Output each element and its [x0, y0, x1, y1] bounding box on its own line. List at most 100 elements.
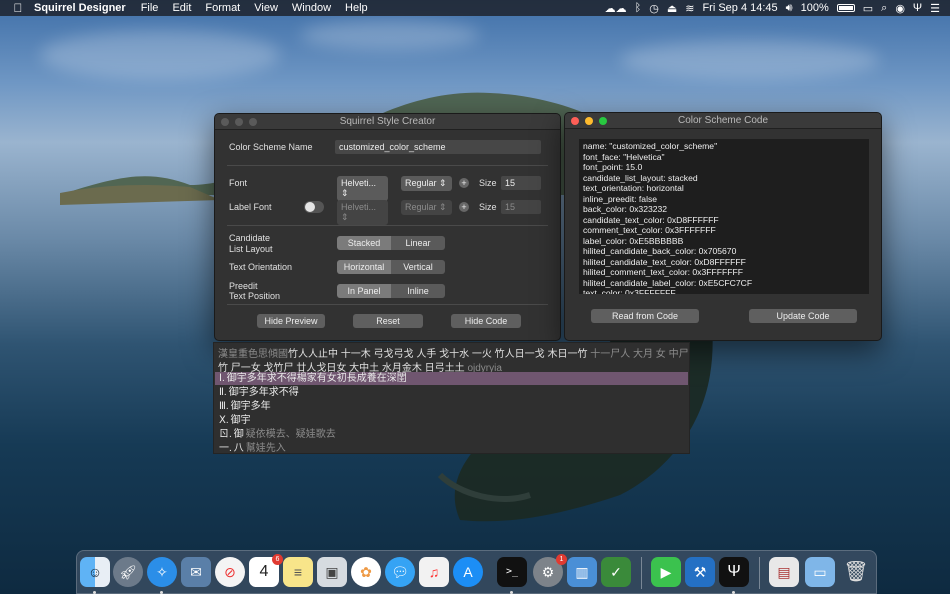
read-from-code-button[interactable]: Read from Code: [591, 309, 699, 323]
spotlight-search-icon[interactable]: ⌕: [881, 2, 887, 15]
datetime[interactable]: Fri Sep 4 14:45: [702, 2, 777, 14]
facetime-icon[interactable]: ▶: [651, 557, 681, 587]
minimize-button[interactable]: [585, 117, 593, 125]
preedit-inline-option[interactable]: Inline: [391, 284, 445, 298]
label-font-family-popup[interactable]: Helveti... ⇕: [337, 200, 388, 225]
preedit-in-panel-option[interactable]: In Panel: [337, 284, 391, 298]
text-orientation-label: Text Orientation: [229, 262, 293, 272]
candidate-preview-panel: 漢皇重色思傾國竹人人止中 十一木 弓戈弓戈 人手 戈十水 一火 竹人日一戈 木日…: [213, 342, 690, 454]
news-icon[interactable]: ⊘: [215, 557, 245, 587]
code-text-area[interactable]: name: "customized_color_scheme" font_face…: [579, 139, 869, 294]
update-code-button[interactable]: Update Code: [749, 309, 857, 323]
orientation-vertical-option[interactable]: Vertical: [391, 260, 445, 274]
minimize-button[interactable]: [235, 118, 243, 126]
candidate-row[interactable]: ㄖ. 御疑依模去、疑娃歌去: [215, 428, 688, 441]
menu-view[interactable]: View: [247, 2, 285, 14]
time-machine-icon[interactable]: ◷: [649, 2, 659, 15]
dock-separator: [641, 557, 642, 589]
menu-format[interactable]: Format: [198, 2, 247, 14]
candidate-row[interactable]: Ⅱ. 御宇多年求不得: [215, 386, 688, 399]
xcode-icon[interactable]: ⚒: [685, 557, 715, 587]
sysprefs-badge: 1: [556, 554, 567, 565]
calendar-icon[interactable]: 46: [249, 554, 283, 587]
dock: ☺ 🚀︎ ✧ ✉ ⊘ 46 ≡ ▣ ✿ 💬︎ ♫ A >_ ⚙ 1 ▥ ✓ ▶ ⚒…: [76, 550, 877, 594]
menu-edit[interactable]: Edit: [165, 2, 198, 14]
layout-linear-option[interactable]: Linear: [391, 236, 445, 250]
squirrel-icon[interactable]: Ψ: [719, 557, 749, 587]
candidate-row[interactable]: Ⅹ. 御宇: [215, 414, 688, 427]
style-creator-titlebar: Squirrel Style Creator: [215, 114, 560, 130]
window-title: Squirrel Style Creator: [339, 116, 436, 127]
music-icon[interactable]: ♫: [419, 557, 449, 587]
close-button[interactable]: [221, 118, 229, 126]
menu-bar:  Squirrel Designer File Edit Format Vie…: [0, 0, 950, 16]
app-store-icon[interactable]: A: [453, 557, 483, 587]
wifi-icon[interactable]: ≋: [685, 2, 694, 15]
label-font-size-field[interactable]: 15: [501, 200, 541, 214]
label-font-weight-popup[interactable]: Regular ⇕: [401, 200, 452, 215]
terminal-icon[interactable]: >_: [497, 557, 527, 587]
preedit-label-1: Preedit: [229, 281, 258, 291]
code-line: text_color: 0x3FFFFFFF: [583, 288, 676, 294]
font-label: Font: [229, 178, 248, 188]
hide-code-button[interactable]: Hide Code: [451, 314, 521, 328]
app-menu[interactable]: Squirrel Designer: [28, 2, 134, 14]
candidate-text: 御宇: [230, 415, 251, 426]
label-font-toggle[interactable]: [304, 201, 324, 213]
color-scheme-name-label: Color Scheme Name: [229, 142, 313, 152]
font-size-field[interactable]: 15: [501, 176, 541, 190]
safari-icon[interactable]: ✧: [147, 557, 177, 587]
add-font-button[interactable]: +: [459, 178, 469, 188]
preedit-segmented-control: In Panel Inline: [337, 284, 445, 298]
photos-icon[interactable]: ✿: [351, 557, 381, 587]
candidate-row-highlighted[interactable]: Ⅰ. 御宇多年求不得楊家有女初長成養在深閨: [215, 372, 688, 385]
zoom-button[interactable]: [249, 118, 257, 126]
launchpad-icon[interactable]: 🚀︎: [113, 557, 143, 587]
battery-percent[interactable]: 100%: [801, 2, 829, 14]
separator: [227, 165, 548, 166]
menu-help[interactable]: Help: [338, 2, 375, 14]
input-method-icon[interactable]: Ψ: [913, 2, 922, 14]
eject-icon[interactable]: ⏏: [667, 2, 677, 15]
vim-icon[interactable]: ✓: [601, 557, 631, 587]
zoom-button[interactable]: [599, 117, 607, 125]
finder-icon[interactable]: ☺: [80, 557, 110, 587]
candidate-layout-label-1: Candidate: [229, 233, 271, 243]
menu-window[interactable]: Window: [285, 2, 338, 14]
user-icon[interactable]: ◉: [895, 2, 905, 15]
orientation-horizontal-option[interactable]: Horizontal: [337, 260, 391, 274]
archive-icon[interactable]: ▤: [769, 557, 799, 587]
candidate-label: Ⅲ.: [219, 401, 229, 412]
notification-center-icon[interactable]: ☰: [930, 2, 940, 15]
menu-file[interactable]: File: [134, 2, 166, 14]
apple-menu-icon[interactable]: : [8, 1, 28, 15]
color-scheme-name-field[interactable]: customized_color_scheme: [335, 140, 541, 154]
layout-stacked-option[interactable]: Stacked: [337, 236, 391, 250]
mail-icon[interactable]: ✉: [181, 557, 211, 587]
display-icon[interactable]: ▭: [863, 2, 873, 15]
add-label-font-button[interactable]: +: [459, 202, 469, 212]
cloud-icon[interactable]: ☁☁: [605, 2, 627, 15]
network-icon[interactable]: ▥: [567, 557, 597, 587]
reset-button[interactable]: Reset: [353, 314, 423, 328]
label-font-weight-value: Regular: [405, 202, 437, 212]
volume-icon[interactable]: 🔊︎: [786, 2, 793, 15]
notes-icon[interactable]: ≡: [283, 557, 313, 587]
hide-preview-button[interactable]: Hide Preview: [257, 314, 325, 328]
close-button[interactable]: [571, 117, 579, 125]
system-preferences-icon[interactable]: ⚙ 1: [533, 554, 567, 587]
separator: [227, 225, 548, 226]
candidate-comment: 疑依模去、疑娃歌去: [245, 429, 336, 440]
candidate-label: Ⅹ.: [219, 415, 229, 426]
candidate-row[interactable]: Ⅲ. 御宇多年: [215, 400, 688, 413]
font-family-popup[interactable]: Helveti... ⇕: [337, 176, 388, 201]
code-line: hilited_candidate_label_color: 0xE5CFC7C…: [583, 277, 753, 288]
font-weight-popup[interactable]: Regular ⇕: [401, 176, 452, 191]
preview-icon[interactable]: ▣: [317, 557, 347, 587]
messages-icon[interactable]: 💬︎: [385, 557, 415, 587]
candidate-row[interactable]: 一. 八幫娃先入: [215, 442, 688, 455]
trash-icon[interactable]: 🗑︎: [841, 557, 871, 587]
folder-icon[interactable]: ▭: [805, 557, 835, 587]
preedit-tail: 十一尸人 大月 女 中尸: [590, 349, 689, 360]
bluetooth-icon[interactable]: ᛒ: [635, 2, 642, 14]
